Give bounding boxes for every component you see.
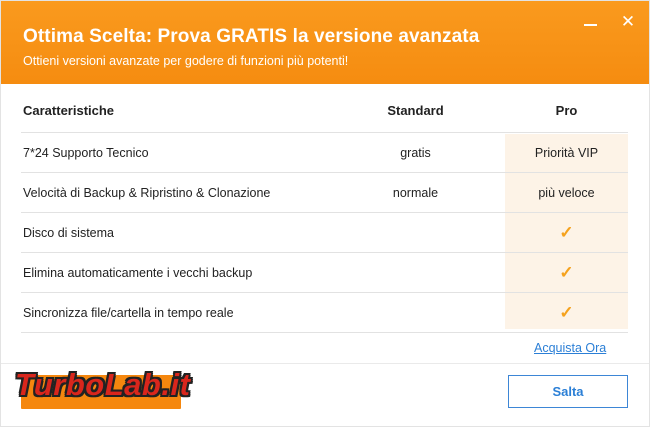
footer-divider: [1, 363, 649, 364]
comparison-table: Caratteristiche Standard Pro 7*24 Suppor…: [21, 89, 628, 333]
table-row: Elimina automaticamente i vecchi backup …: [21, 253, 628, 293]
watermark-text: TurboLab.it: [15, 367, 191, 402]
upgrade-dialog: Ottima Scelta: Prova GRATIS la versione …: [0, 0, 650, 427]
feature-name: Sincronizza file/cartella in tempo reale: [23, 305, 234, 320]
column-header-standard: Standard: [387, 103, 444, 118]
pro-check-icon: ✓: [505, 213, 628, 252]
table-row: 7*24 Supporto Tecnico gratis Priorità VI…: [21, 133, 628, 173]
minimize-button[interactable]: [578, 9, 604, 35]
standard-value: [353, 253, 478, 292]
feature-name: Disco di sistema: [23, 225, 114, 240]
minimize-icon: [584, 24, 597, 26]
standard-value: gratis: [400, 145, 431, 160]
check-icon: ✓: [559, 302, 574, 322]
pro-check-icon: ✓: [505, 293, 628, 332]
feature-name: Elimina automaticamente i vecchi backup: [23, 265, 253, 280]
column-header-features: Caratteristiche: [23, 103, 115, 118]
table-row: Velocità di Backup & Ripristino & Clonaz…: [21, 173, 628, 213]
dialog-subtitle: Ottieni versioni avanzate per godere di …: [23, 54, 349, 68]
dialog-title: Ottima Scelta: Prova GRATIS la versione …: [23, 26, 480, 47]
standard-value: normale: [392, 185, 439, 200]
pro-value: più veloce: [538, 185, 595, 200]
feature-name: 7*24 Supporto Tecnico: [23, 145, 149, 160]
pro-value: Priorità VIP: [534, 145, 599, 160]
buy-now-link[interactable]: Acquista Ora: [534, 341, 606, 355]
column-header-pro: Pro: [555, 103, 578, 118]
dialog-header: Ottima Scelta: Prova GRATIS la versione …: [1, 1, 649, 84]
standard-value: [353, 293, 478, 332]
table-row: Sincronizza file/cartella in tempo reale…: [21, 293, 628, 333]
watermark-logo: TurboLab.it: [15, 365, 241, 405]
close-icon: ✕: [620, 12, 636, 31]
check-icon: ✓: [559, 262, 574, 282]
feature-name: Velocità di Backup & Ripristino & Clonaz…: [23, 185, 271, 200]
check-icon: ✓: [559, 222, 574, 242]
skip-button[interactable]: Salta: [508, 375, 628, 408]
pro-check-icon: ✓: [505, 253, 628, 292]
standard-value: [353, 213, 478, 252]
close-button[interactable]: ✕: [615, 9, 641, 35]
table-row: Disco di sistema ✓: [21, 213, 628, 253]
table-header-row: Caratteristiche Standard Pro: [21, 89, 628, 133]
